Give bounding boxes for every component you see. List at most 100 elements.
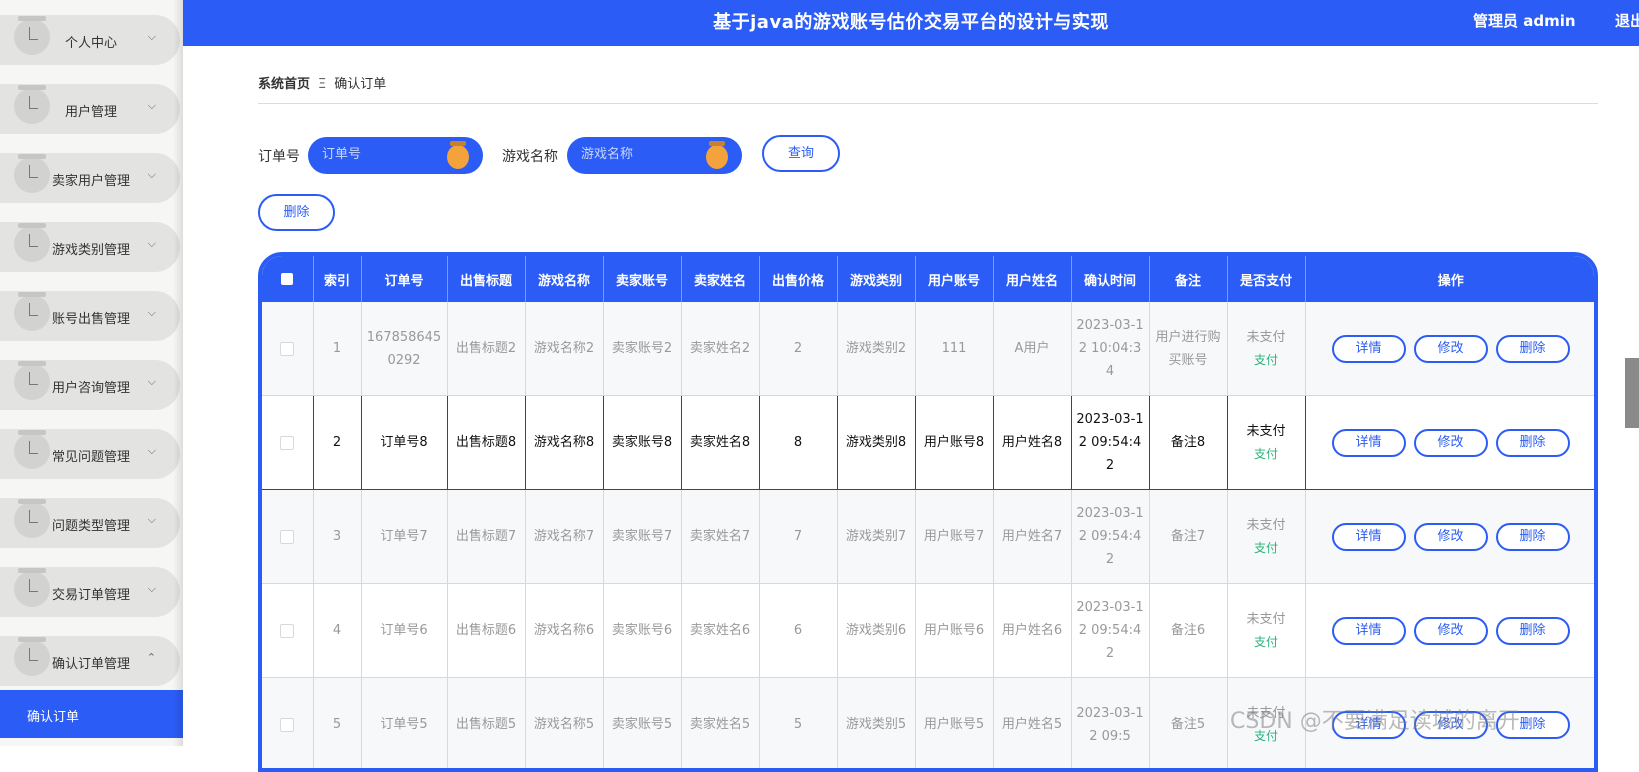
sidebar-item-label: 卖家用户管理 [51, 174, 130, 189]
cell-note: 备注8 [1149, 395, 1228, 490]
chevron-down-icon: ⌵ [147, 375, 156, 388]
sidebar-item-game-category[interactable]: 游戏类别管理 ⌵ [0, 222, 180, 272]
cell-seller-name: 卖家姓名2 [681, 302, 760, 396]
delete-button[interactable]: 删除 [1495, 522, 1570, 551]
edit-button[interactable]: 修改 [1413, 616, 1488, 645]
sidebar-item-confirm-order[interactable]: 确认订单管理 ⌃ [0, 636, 180, 686]
cell-time: 2023-03-12 09:54:42 [1071, 583, 1150, 678]
sidebar-item-account-sale[interactable]: 账号出售管理 ⌵ [0, 291, 180, 341]
cell-price: 5 [759, 677, 838, 768]
order-number-label: 订单号 [258, 149, 300, 165]
sidebar-item-seller-management[interactable]: 卖家用户管理 ⌵ [0, 153, 180, 203]
chevron-down-icon: ⌵ [147, 306, 156, 319]
game-name-input[interactable] [579, 146, 703, 163]
app-title: 基于java的游戏账号估价交易平台的设计与实现 [713, 12, 1109, 33]
select-all-checkbox[interactable] [262, 256, 314, 302]
cell-paid: 未支付 支付 [1227, 489, 1306, 584]
cell-actions: 详情 修改 删除 [1305, 489, 1594, 584]
sidebar-item-user-management[interactable]: 用户管理 ⌵ [0, 84, 180, 134]
cell-index: 1 [313, 302, 362, 396]
edit-button[interactable]: 修改 [1413, 522, 1488, 551]
sidebar-item-user-consult[interactable]: 用户咨询管理 ⌵ [0, 360, 180, 410]
scrollbar-thumb[interactable] [1625, 358, 1639, 428]
chevron-down-icon: ⌵ [147, 168, 156, 181]
cell-title: 出售标题2 [447, 302, 526, 396]
cell-user-name: 用户姓名5 [993, 677, 1072, 768]
cell-index: 3 [313, 489, 362, 584]
cell-category: 游戏类别6 [837, 583, 916, 678]
cell-price: 2 [759, 302, 838, 396]
row-checkbox[interactable] [280, 623, 295, 638]
cell-title: 出售标题6 [447, 583, 526, 678]
edit-button[interactable]: 修改 [1413, 428, 1488, 457]
cell-time: 2023-03-12 09:54:42 [1071, 489, 1150, 584]
table-header-row: 索引 订单号 出售标题 游戏名称 卖家账号 卖家姓名 出售价格 游戏类别 用户账… [262, 256, 1594, 302]
cell-category: 游戏类别7 [837, 489, 916, 584]
sidebar-item-trade-order[interactable]: 交易订单管理 ⌵ [0, 567, 180, 617]
column-header: 出售价格 [759, 256, 838, 302]
sidebar-item-label: 用户咨询管理 [51, 381, 130, 396]
pay-link[interactable]: 支付 [1232, 443, 1301, 466]
row-checkbox-cell [262, 677, 314, 768]
bell-icon [447, 141, 469, 169]
table-row: 1 1678586450292 出售标题2 游戏名称2 卖家账号2 卖家姓名2 2 游戏类别2… [262, 302, 1594, 396]
cell-seller-name: 卖家姓名7 [681, 489, 760, 584]
cell-seller-acc: 卖家账号7 [603, 489, 682, 584]
cell-seller-name: 卖家姓名5 [681, 677, 760, 768]
cell-time: 2023-03-12 09:5 [1071, 677, 1150, 768]
row-checkbox-cell [262, 302, 314, 396]
column-header: 备注 [1149, 256, 1228, 302]
chevron-down-icon: ⌵ [147, 99, 156, 112]
column-header: 游戏名称 [525, 256, 604, 302]
sidebar-subitem-confirm-order[interactable]: 确认订单 [0, 690, 183, 738]
game-name-field[interactable] [567, 137, 742, 174]
top-header: 基于java的游戏账号估价交易平台的设计与实现 管理员 admin 退出登录 [183, 0, 1639, 46]
pay-link[interactable]: 支付 [1232, 537, 1301, 560]
sidebar-item-label: 问题类型管理 [51, 519, 130, 534]
row-checkbox[interactable] [280, 717, 295, 732]
cell-game: 游戏名称6 [525, 583, 604, 678]
sidebar-item-personal-center[interactable]: 个人中心 ⌵ [0, 15, 180, 65]
column-header: 操作 [1305, 256, 1594, 302]
paid-status: 未支付 [1246, 423, 1286, 439]
cell-index: 5 [313, 677, 362, 768]
cell-user-acc: 用户账号8 [915, 395, 994, 490]
sidebar-item-label: 账号出售管理 [51, 312, 130, 327]
order-number-field[interactable] [308, 137, 483, 174]
cell-order: 订单号7 [361, 489, 448, 584]
query-button[interactable]: 查询 [762, 135, 840, 172]
cell-price: 8 [759, 395, 838, 490]
sidebar-item-question-type[interactable]: 问题类型管理 ⌵ [0, 498, 180, 548]
detail-button[interactable]: 详情 [1331, 334, 1406, 363]
detail-button[interactable]: 详情 [1331, 616, 1406, 645]
delete-button[interactable]: 删除 [1495, 616, 1570, 645]
order-number-input[interactable] [320, 146, 444, 163]
cell-user-acc: 用户账号7 [915, 489, 994, 584]
breadcrumb-home[interactable]: 系统首页 [258, 77, 310, 92]
edit-button[interactable]: 修改 [1413, 334, 1488, 363]
sidebar: 个人中心 ⌵ 用户管理 ⌵ 卖家用户管理 ⌵ 游戏类别管理 ⌵ 账号出售管理 ⌵… [0, 0, 183, 746]
column-header: 订单号 [361, 256, 448, 302]
row-checkbox[interactable] [280, 529, 295, 544]
divider [258, 103, 1598, 104]
logout-link[interactable]: 退出登录 [1615, 10, 1639, 31]
cell-order: 订单号6 [361, 583, 448, 678]
cell-seller-acc: 卖家账号6 [603, 583, 682, 678]
column-header: 是否支付 [1227, 256, 1306, 302]
cell-category: 游戏类别8 [837, 395, 916, 490]
detail-button[interactable]: 详情 [1331, 522, 1406, 551]
delete-button[interactable]: 删除 [1495, 334, 1570, 363]
cell-paid: 未支付 支付 [1227, 583, 1306, 678]
batch-delete-button[interactable]: 删除 [258, 194, 335, 231]
sidebar-item-faq[interactable]: 常见问题管理 ⌵ [0, 429, 180, 479]
delete-button[interactable]: 删除 [1495, 428, 1570, 457]
cell-seller-acc: 卖家账号5 [603, 677, 682, 768]
sidebar-item-label: 交易订单管理 [51, 588, 130, 603]
pay-link[interactable]: 支付 [1232, 349, 1301, 372]
row-checkbox[interactable] [280, 435, 295, 450]
detail-button[interactable]: 详情 [1331, 428, 1406, 457]
cell-index: 2 [313, 395, 362, 490]
row-checkbox[interactable] [280, 341, 295, 356]
pay-link[interactable]: 支付 [1232, 631, 1301, 654]
orders-table: 索引 订单号 出售标题 游戏名称 卖家账号 卖家姓名 出售价格 游戏类别 用户账… [258, 252, 1598, 772]
